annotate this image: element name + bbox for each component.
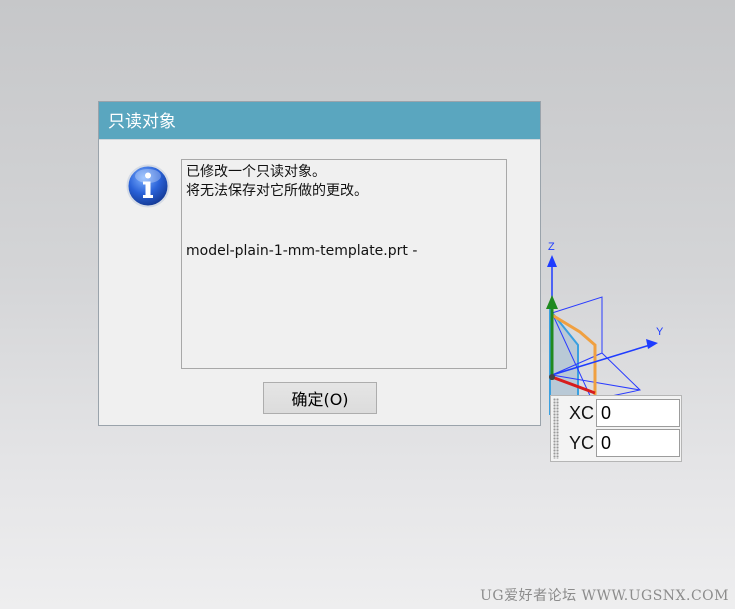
watermark: UG爱好者论坛 WWW.UGSNX.COM: [480, 588, 729, 604]
drag-handle[interactable]: [553, 398, 559, 459]
ok-button[interactable]: 确定(O): [263, 382, 377, 414]
read-only-dialog: 只读对象 已修改一个只读对象。 将无法保存对它所做的更改。 model-plai…: [98, 101, 541, 426]
xc-input[interactable]: [596, 399, 680, 427]
message-box: 已修改一个只读对象。 将无法保存对它所做的更改。 model-plain-1-m…: [181, 159, 507, 369]
y-axis-label: Y: [656, 326, 664, 338]
yc-row: YC: [563, 428, 681, 458]
coordinate-input-widget: XC YC: [550, 395, 682, 462]
z-axis-arrow: [547, 255, 557, 267]
z-handle-arrow[interactable]: [546, 295, 558, 309]
yc-input[interactable]: [596, 429, 680, 457]
message-line-2: 将无法保存对它所做的更改。: [186, 183, 368, 199]
info-icon: [126, 164, 170, 208]
y-axis-arrow: [646, 339, 658, 349]
dialog-title: 只读对象: [99, 102, 540, 140]
wcs-triad: Y Z: [546, 241, 664, 415]
xc-row: XC: [563, 398, 681, 428]
file-name: model-plain-1-mm-template.prt -: [186, 243, 418, 259]
yc-label: YC: [569, 433, 595, 453]
origin-point[interactable]: [549, 374, 555, 380]
xc-label: XC: [569, 403, 595, 423]
z-axis-label: Z: [548, 241, 555, 253]
message-line-1: 已修改一个只读对象。: [186, 164, 326, 180]
